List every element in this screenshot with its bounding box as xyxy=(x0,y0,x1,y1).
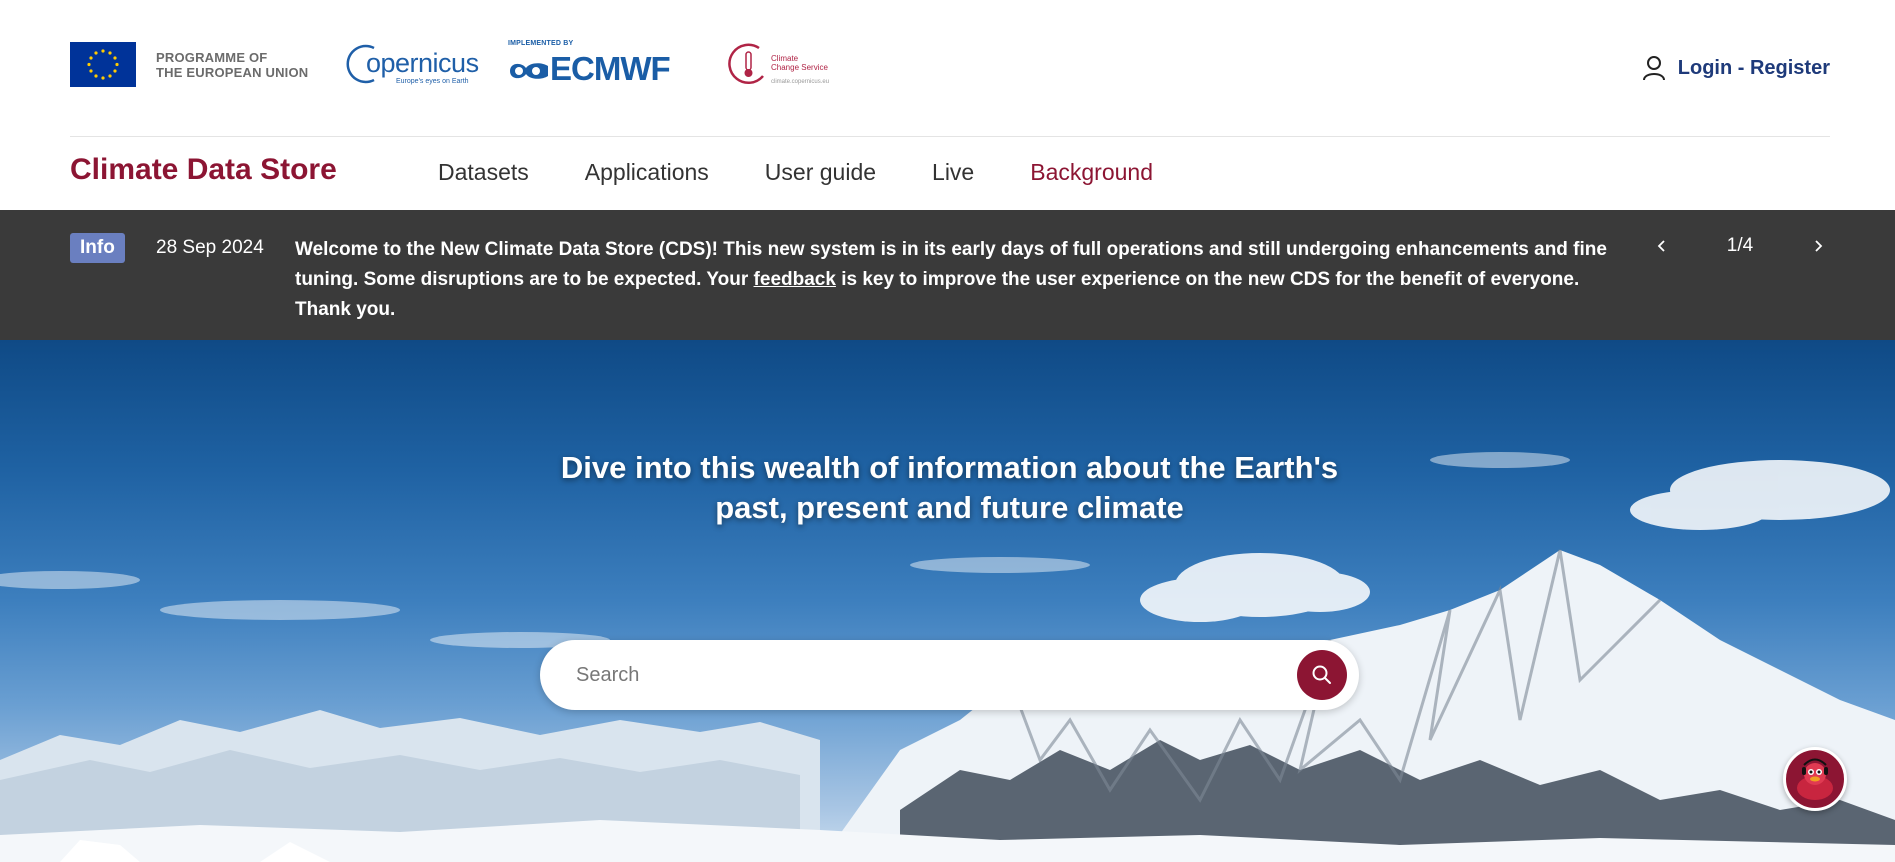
nav-item-applications[interactable]: Applications xyxy=(585,159,709,186)
search-input[interactable] xyxy=(576,660,1256,690)
assistant-chat-button[interactable] xyxy=(1783,747,1847,811)
eu-text-line1: PROGRAMME OF xyxy=(156,49,268,65)
nav-menu: Datasets Applications User guide Live Ba… xyxy=(438,159,1209,186)
banner-prev-button[interactable] xyxy=(1650,234,1674,258)
top-header: PROGRAMME OF THE EUROPEAN UNION opernicu… xyxy=(0,0,1895,137)
nav-item-background[interactable]: Background xyxy=(1030,159,1153,186)
site-brand[interactable]: Climate Data Store xyxy=(70,153,337,187)
search-bar xyxy=(540,640,1359,710)
ecmwf-word: ECMWF xyxy=(550,50,671,87)
copernicus-tagline: Europe's eyes on Earth xyxy=(396,78,469,85)
nav-item-datasets[interactable]: Datasets xyxy=(438,159,529,186)
chevron-left-icon xyxy=(1657,240,1665,252)
nav-item-live[interactable]: Live xyxy=(932,159,974,186)
banner-next-button[interactable] xyxy=(1806,234,1830,258)
login-register-link[interactable]: Login - Register xyxy=(1642,55,1830,81)
hero-section: Dive into this wealth of information abo… xyxy=(0,340,1895,862)
copernicus-word: opernicus xyxy=(366,48,479,78)
duck-assistant-icon xyxy=(1797,758,1833,800)
banner-page-count: 1/4 xyxy=(1726,235,1754,256)
login-register-label: Login - Register xyxy=(1677,56,1830,79)
eu-programme-logo[interactable]: PROGRAMME OF THE EUROPEAN UNION xyxy=(70,42,308,87)
ecmwf-logo[interactable]: IMPLEMENTED BY ECMWF xyxy=(508,40,683,90)
thermometer-icon xyxy=(728,43,764,85)
eu-flag-icon xyxy=(70,42,136,87)
hero-title: Dive into this wealth of information abo… xyxy=(560,450,1339,525)
main-navigation: Climate Data Store Datasets Applications… xyxy=(0,137,1895,210)
c3s-line1: Climate xyxy=(771,54,799,63)
chevron-right-icon xyxy=(1815,240,1823,252)
c3s-logo[interactable]: Climate Change Service climate.copernicu… xyxy=(727,42,842,90)
banner-date: 28 Sep 2024 xyxy=(156,237,264,258)
c3s-url: climate.copernicus.eu xyxy=(771,79,830,85)
c3s-text: Climate Change Service xyxy=(771,54,828,72)
feedback-link[interactable]: feedback xyxy=(754,269,836,290)
banner-message: Welcome to the New Climate Data Store (C… xyxy=(295,235,1625,325)
nav-item-user-guide[interactable]: User guide xyxy=(765,159,876,186)
info-banner: Info 28 Sep 2024 Welcome to the New Clim… xyxy=(0,210,1895,340)
user-icon xyxy=(1642,56,1665,81)
info-badge: Info xyxy=(70,233,125,263)
eu-text-line2: THE EUROPEAN UNION xyxy=(156,64,309,80)
hero-background-image xyxy=(0,452,1895,862)
search-icon xyxy=(1312,665,1331,684)
search-button[interactable] xyxy=(1297,650,1347,700)
ecmwf-wave-icon xyxy=(510,63,548,79)
banner-pager: 1/4 xyxy=(1650,234,1830,258)
ecmwf-implemented-by: IMPLEMENTED BY xyxy=(508,40,574,47)
eu-programme-text: PROGRAMME OF THE EUROPEAN UNION xyxy=(156,50,308,80)
copernicus-logo[interactable]: opernicus Europe's eyes on Earth xyxy=(346,40,479,90)
c3s-line2: Change Service xyxy=(771,63,828,72)
